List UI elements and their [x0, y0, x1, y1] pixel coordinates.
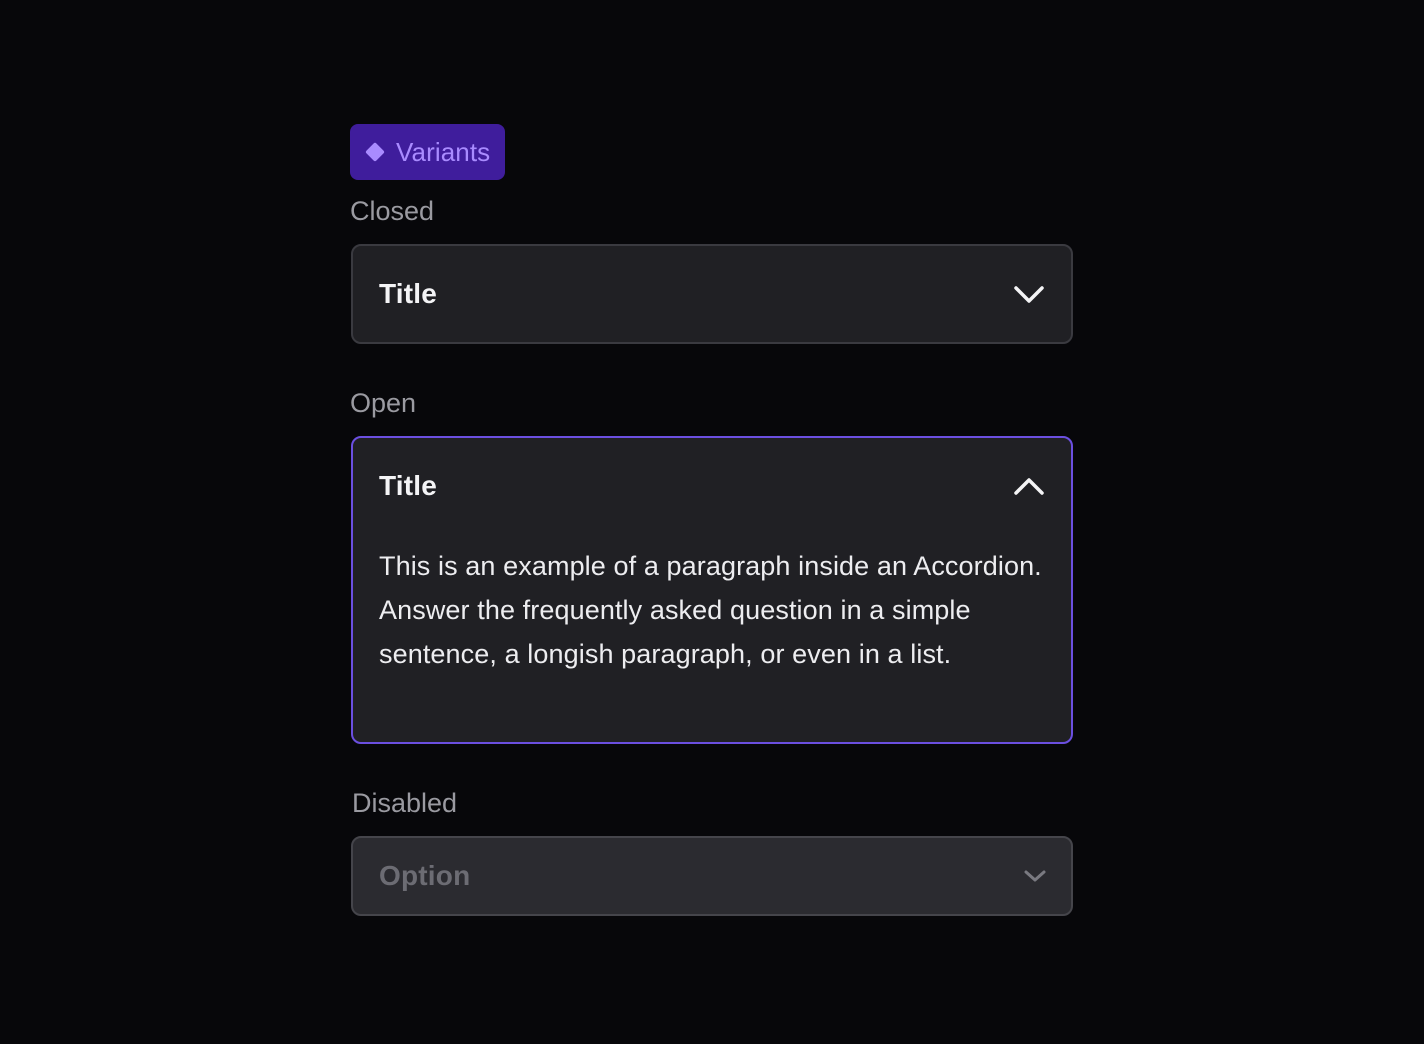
- accordion-disabled-title: Option: [379, 860, 471, 891]
- chevron-down-icon[interactable]: [1013, 284, 1045, 304]
- accordion-closed-title: Title: [379, 278, 438, 309]
- variants-badge: Variants: [350, 124, 505, 180]
- accordion-disabled: Option: [351, 836, 1073, 916]
- accordion-open-header[interactable]: Title: [379, 458, 1045, 514]
- accordion-open-title: Title: [379, 470, 438, 501]
- open-section-label: Open: [350, 388, 417, 418]
- accordion-disabled-header: Option: [379, 838, 1047, 914]
- accordion-closed[interactable]: Title: [351, 244, 1073, 344]
- accordion-closed-header[interactable]: Title: [379, 246, 1045, 342]
- variants-canvas: Variants Closed Title Open Title This is…: [0, 0, 1424, 1044]
- chevron-down-icon: [1023, 869, 1047, 883]
- variants-badge-label: Variants: [396, 136, 491, 167]
- chevron-up-icon[interactable]: [1013, 476, 1045, 496]
- disabled-section-label: Disabled: [352, 788, 458, 818]
- closed-section-label: Closed: [350, 196, 435, 226]
- diamond-icon: [364, 141, 386, 163]
- accordion-open-body: This is an example of a paragraph inside…: [379, 551, 1042, 669]
- accordion-open[interactable]: Title This is an example of a paragraph …: [351, 436, 1073, 744]
